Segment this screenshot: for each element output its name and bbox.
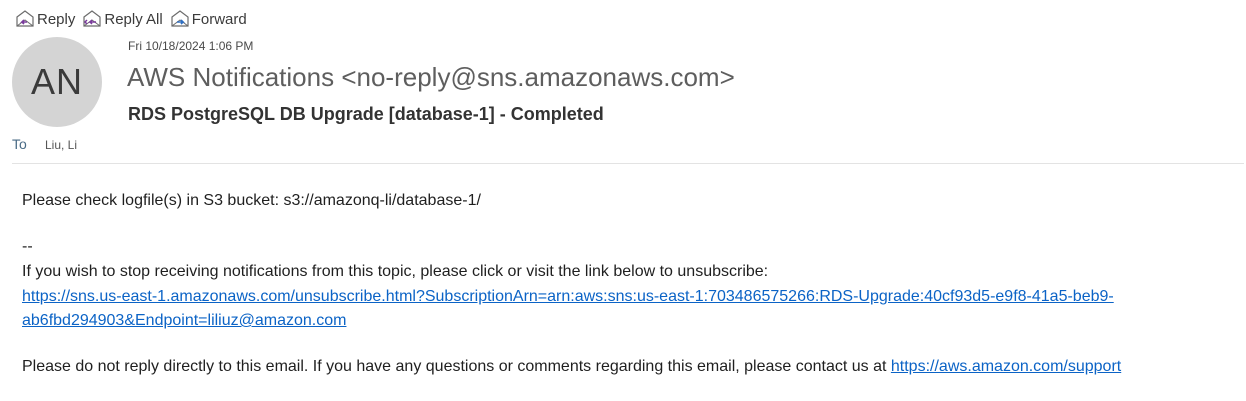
message-toolbar: Reply Reply All Forward bbox=[14, 8, 253, 30]
reply-label: Reply bbox=[37, 10, 76, 28]
unsubscribe-link[interactable]: https://sns.us-east-1.amazonaws.com/unsu… bbox=[22, 288, 1114, 306]
unsubscribe-instructions: If you wish to stop receiving notificati… bbox=[22, 263, 769, 280]
forward-icon bbox=[169, 9, 191, 29]
reply-all-label: Reply All bbox=[104, 10, 163, 28]
unsubscribe-link-continued[interactable]: ab6fbd294903&Endpoint=liliuz@amazon.com bbox=[22, 312, 346, 330]
reply-icon bbox=[14, 9, 36, 29]
forward-label: Forward bbox=[191, 10, 247, 28]
reply-button[interactable]: Reply bbox=[14, 9, 75, 29]
signature-separator: -- bbox=[22, 238, 33, 255]
contact-line: Please do not reply directly to this ema… bbox=[22, 358, 1121, 376]
email-subject: RDS PostgreSQL DB Upgrade [database-1] -… bbox=[128, 104, 604, 124]
email-reading-pane: Reply Reply All Forward AN Fri 10/18/202… bbox=[0, 0, 1246, 401]
contact-text: Please do not reply directly to this ema… bbox=[22, 358, 891, 375]
header-divider bbox=[12, 163, 1244, 164]
to-label: To bbox=[12, 136, 27, 152]
support-link[interactable]: https://aws.amazon.com/support bbox=[891, 358, 1121, 375]
sender-name: AWS Notifications <no-reply@sns.amazonaw… bbox=[127, 62, 735, 92]
logfile-line: Please check logfile(s) in S3 bucket: s3… bbox=[22, 192, 481, 209]
reply-all-icon bbox=[81, 9, 103, 29]
reply-all-button[interactable]: Reply All bbox=[81, 9, 163, 29]
forward-button[interactable]: Forward bbox=[169, 9, 247, 29]
sent-date: Fri 10/18/2024 1:06 PM bbox=[128, 39, 254, 53]
sender-avatar: AN bbox=[12, 37, 102, 127]
recipient-name[interactable]: Liu, Li bbox=[45, 138, 77, 152]
